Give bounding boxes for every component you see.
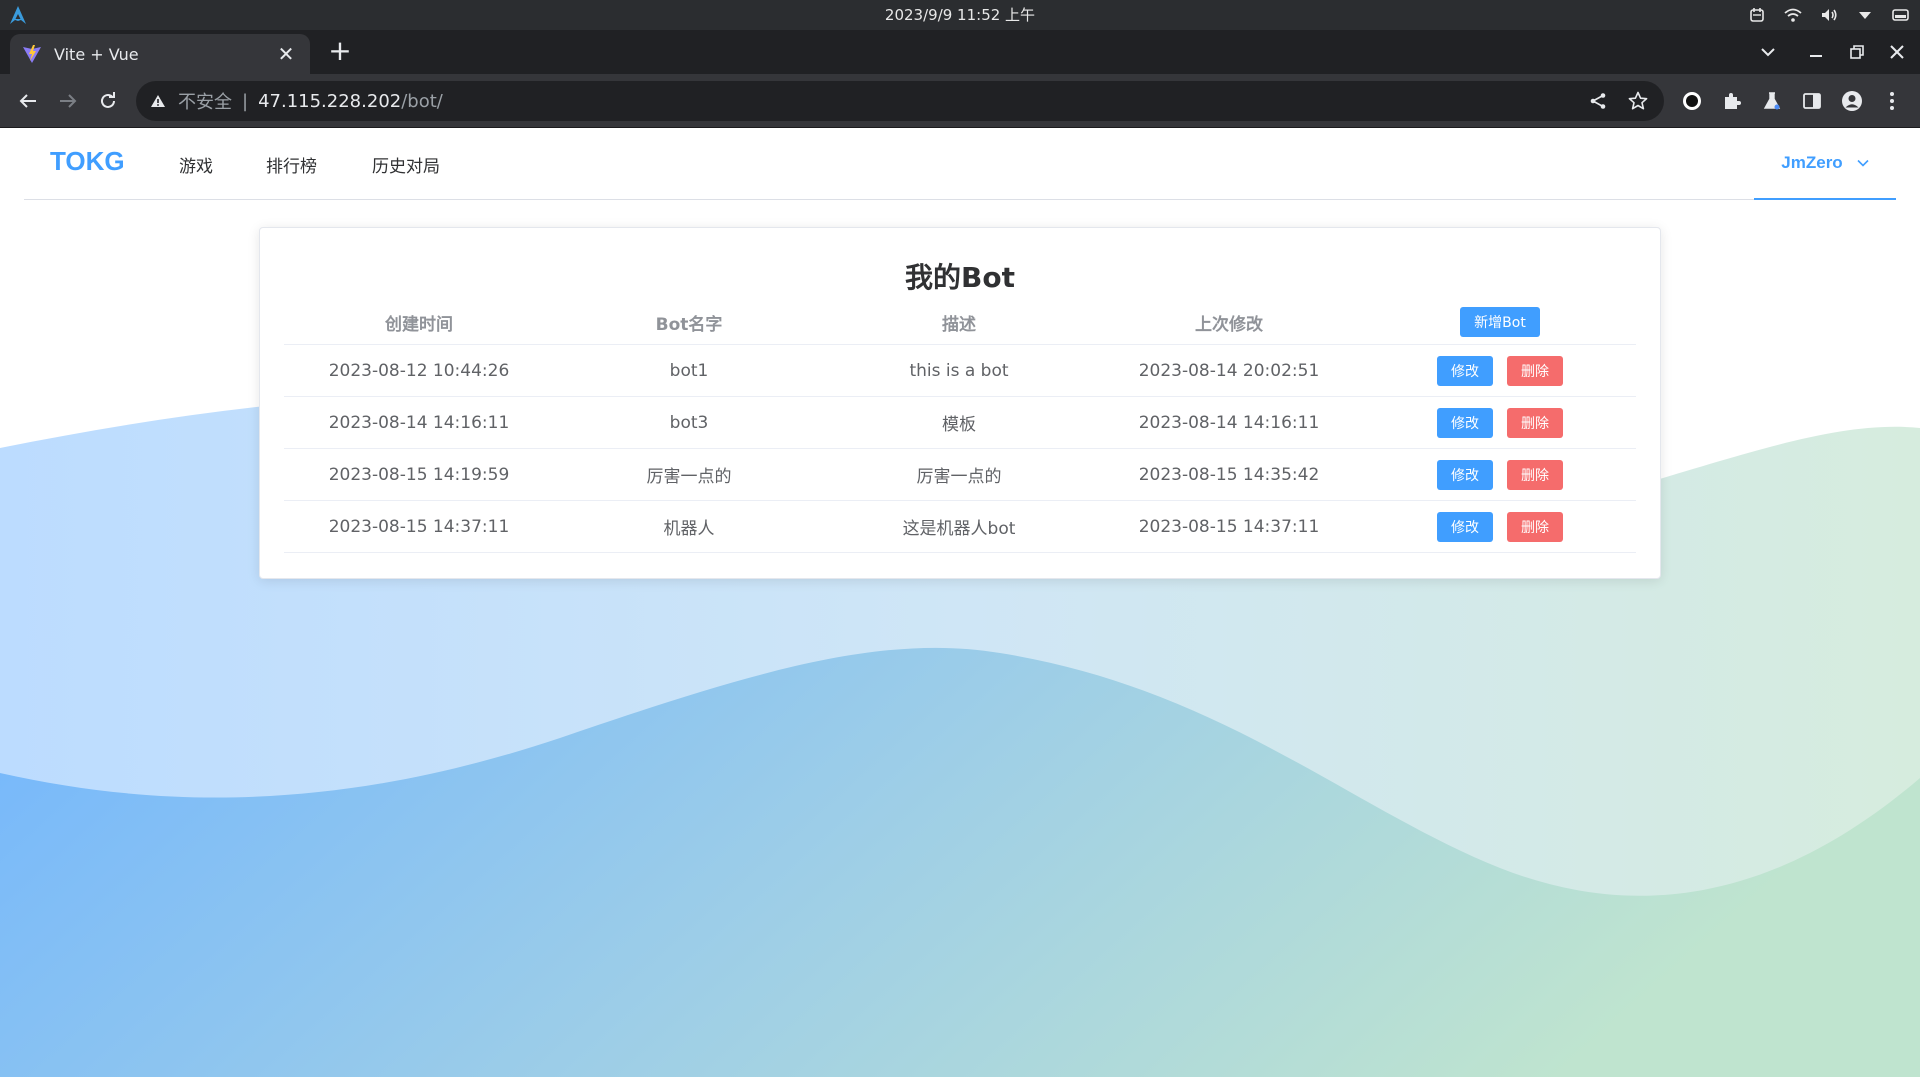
description-cell: 这是机器人bot — [902, 519, 1016, 539]
edit-bot-button[interactable]: 修改 — [1437, 355, 1493, 386]
more-menu-icon[interactable] — [1876, 85, 1908, 117]
calendar-icon[interactable] — [1746, 4, 1768, 26]
url-host: 47.115.228.202 — [258, 90, 402, 112]
header-actions: 新增Bot — [1364, 300, 1636, 344]
profile-icon[interactable] — [1836, 85, 1868, 117]
delete-bot-button[interactable]: 删除 — [1507, 355, 1563, 386]
row-actions: 修改 删除 — [1364, 501, 1636, 552]
header-description: 描述 — [942, 314, 976, 335]
security-label[interactable]: 不安全 — [178, 88, 232, 114]
description-cell: 模板 — [942, 415, 976, 435]
bot-name-cell: 厉害一点的 — [646, 467, 732, 487]
card-title: 我的Bot — [905, 261, 1015, 294]
volume-icon[interactable] — [1818, 4, 1840, 26]
reload-icon[interactable] — [92, 85, 124, 117]
chevron-down-icon — [1857, 159, 1869, 167]
nav-item-history[interactable]: 历史对局 — [372, 152, 440, 177]
table-header: 创建时间 Bot名字 描述 上次修改 新增Bot — [284, 300, 1636, 345]
delete-bot-button[interactable]: 删除 — [1507, 511, 1563, 542]
address-bar[interactable]: 不安全 | 47.115.228.202 /bot/ — [136, 81, 1664, 121]
table-row: 2023-08-12 10:44:26 bot1 this is a bot 2… — [284, 345, 1636, 397]
record-extension-icon[interactable] — [1676, 85, 1708, 117]
page-content: TOKG 游戏 排行榜 历史对局 JmZero 我的Bot 创建时间 Bot名字… — [0, 128, 1920, 1077]
dropdown-icon[interactable] — [1854, 4, 1876, 26]
minimize-icon[interactable] — [1796, 30, 1836, 74]
header-created-time: 创建时间 — [385, 314, 453, 335]
username: JmZero — [1781, 153, 1843, 172]
add-bot-button[interactable]: 新增Bot — [1460, 307, 1540, 337]
labs-flask-icon[interactable] — [1756, 85, 1788, 117]
edit-bot-button[interactable]: 修改 — [1437, 459, 1493, 490]
user-menu[interactable]: JmZero — [1754, 128, 1896, 200]
bot-name-cell: bot3 — [669, 412, 709, 433]
brand-logo[interactable]: TOKG — [50, 146, 125, 177]
close-window-icon[interactable] — [1877, 30, 1917, 74]
delete-bot-button[interactable]: 删除 — [1507, 459, 1563, 490]
created-time-cell: 2023-08-15 14:37:11 — [328, 516, 510, 537]
side-panel-icon[interactable] — [1796, 85, 1828, 117]
extensions-area — [1676, 85, 1908, 117]
tab-search-icon[interactable] — [1748, 30, 1788, 74]
restore-icon[interactable] — [1837, 30, 1877, 74]
modified-time-cell: 2023-08-14 14:16:11 — [1138, 412, 1320, 433]
browser-toolbar: 不安全 | 47.115.228.202 /bot/ — [0, 74, 1920, 128]
edit-bot-button[interactable]: 修改 — [1437, 511, 1493, 542]
header-bot-name: Bot名字 — [655, 314, 723, 335]
nav-item-game[interactable]: 游戏 — [179, 152, 213, 177]
url-separator: | — [242, 90, 249, 112]
table-row: 2023-08-15 14:37:11 机器人 这是机器人bot 2023-08… — [284, 501, 1636, 553]
url-path: /bot/ — [401, 90, 443, 112]
bot-name-cell: 机器人 — [663, 519, 715, 539]
system-clock[interactable]: 2023/9/9 11:52 上午 — [0, 0, 1920, 30]
address-bar-actions — [1582, 85, 1654, 117]
tab-title: Vite + Vue — [54, 44, 139, 64]
modified-time-cell: 2023-08-14 20:02:51 — [1138, 360, 1320, 381]
vite-logo-icon — [23, 45, 41, 63]
edit-bot-button[interactable]: 修改 — [1437, 407, 1493, 438]
back-icon[interactable] — [12, 85, 44, 117]
warning-icon[interactable] — [150, 92, 168, 110]
bot-name-cell: bot1 — [669, 360, 709, 381]
new-tab-button[interactable]: + — [324, 36, 356, 68]
modified-time-cell: 2023-08-15 14:35:42 — [1138, 464, 1320, 485]
puzzle-extensions-icon[interactable] — [1716, 85, 1748, 117]
nav-item-ranklist[interactable]: 排行榜 — [266, 152, 317, 177]
forward-icon[interactable] — [52, 85, 84, 117]
top-navbar: TOKG 游戏 排行榜 历史对局 JmZero — [24, 128, 1896, 200]
my-bots-card: 我的Bot 创建时间 Bot名字 描述 上次修改 新增Bot 2023-08-1… — [259, 227, 1661, 579]
row-actions: 修改 删除 — [1364, 397, 1636, 448]
table-row: 2023-08-14 14:16:11 bot3 模板 2023-08-14 1… — [284, 397, 1636, 449]
created-time-cell: 2023-08-15 14:19:59 — [328, 464, 510, 485]
description-cell: this is a bot — [909, 360, 1009, 381]
browser-tab-strip: Vite + Vue ✕ + — [0, 30, 1920, 74]
table-row: 2023-08-15 14:19:59 厉害一点的 厉害一点的 2023-08-… — [284, 449, 1636, 501]
system-tray — [1746, 0, 1912, 30]
created-time-cell: 2023-08-12 10:44:26 — [328, 360, 510, 381]
modified-time-cell: 2023-08-15 14:37:11 — [1138, 516, 1320, 537]
description-cell: 厉害一点的 — [916, 467, 1002, 487]
os-top-bar: 2023/9/9 11:52 上午 — [0, 0, 1920, 30]
battery-icon[interactable] — [1890, 4, 1912, 26]
bookmark-star-icon[interactable] — [1622, 85, 1654, 117]
wifi-icon[interactable] — [1782, 4, 1804, 26]
bots-table: 创建时间 Bot名字 描述 上次修改 新增Bot 2023-08-12 10:4… — [284, 300, 1636, 553]
created-time-cell: 2023-08-14 14:16:11 — [328, 412, 510, 433]
share-icon[interactable] — [1582, 85, 1614, 117]
header-modified-time: 上次修改 — [1195, 314, 1263, 335]
delete-bot-button[interactable]: 删除 — [1507, 407, 1563, 438]
row-actions: 修改 删除 — [1364, 345, 1636, 396]
close-tab-icon[interactable]: ✕ — [274, 42, 298, 66]
browser-tab[interactable]: Vite + Vue ✕ — [10, 34, 310, 74]
row-actions: 修改 删除 — [1364, 449, 1636, 500]
